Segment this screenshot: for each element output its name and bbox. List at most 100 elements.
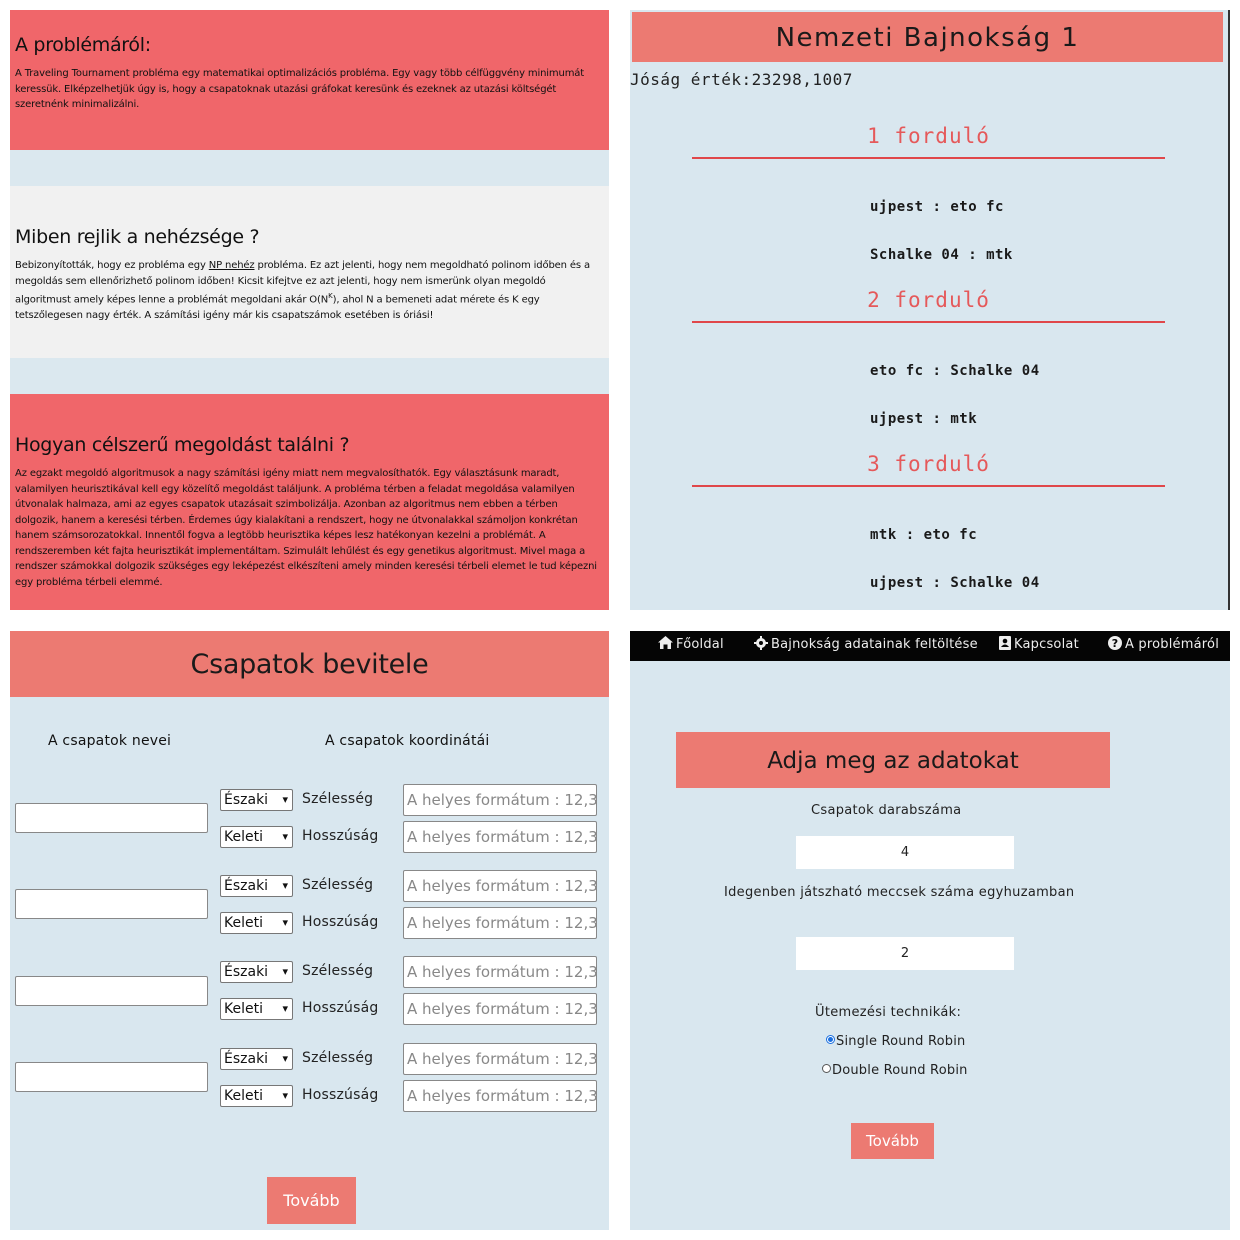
- league-title: Nemzeti Bajnokság 1: [632, 12, 1223, 62]
- longitude-select[interactable]: Keleti ▾: [220, 826, 293, 848]
- longitude-input[interactable]: A helyes formátum : 12,34: [403, 907, 597, 939]
- chevron-down-icon: ▾: [282, 916, 288, 929]
- question-icon: ?: [1108, 631, 1122, 658]
- next-button[interactable]: Tovább: [851, 1123, 934, 1159]
- about-section-difficulty: Miben rejlik a nehézsége ? Bebizonyított…: [10, 186, 609, 358]
- about-section-problem: A problémáról: A Traveling Tournament pr…: [10, 10, 609, 150]
- latitude-label: Szélesség: [302, 791, 374, 807]
- round-heading: 2 forduló: [867, 288, 990, 312]
- radio-double-round-robin[interactable]: Double Round Robin: [822, 1063, 968, 1078]
- latitude-select[interactable]: Északi ▾: [220, 1048, 293, 1070]
- round-divider: [692, 321, 1165, 323]
- select-value: Keleti: [224, 829, 263, 845]
- goodness-value: Jóság érték:23298,1007: [630, 70, 853, 89]
- latitude-select[interactable]: Északi ▾: [220, 789, 293, 811]
- longitude-label: Hosszúság: [302, 1000, 379, 1016]
- round-heading: 3 forduló: [867, 452, 990, 476]
- match-item: ujpest : mtk: [870, 411, 978, 427]
- svg-text:?: ?: [1112, 637, 1119, 650]
- select-value: Északi: [224, 878, 269, 894]
- nav-item-contact[interactable]: Kapcsolat: [999, 631, 1079, 661]
- longitude-select[interactable]: Keleti ▾: [220, 1085, 293, 1107]
- about-panel: A problémáról: A Traveling Tournament pr…: [10, 10, 609, 610]
- radio-single-round-robin[interactable]: Single Round Robin: [826, 1034, 965, 1049]
- longitude-input[interactable]: A helyes formátum : 12,34: [403, 993, 597, 1025]
- form-title: Csapatok bevitele: [10, 631, 609, 697]
- chevron-down-icon: ▾: [282, 830, 288, 843]
- latitude-label: Szélesség: [302, 963, 374, 979]
- longitude-input[interactable]: A helyes formátum : 12,34: [403, 1080, 597, 1112]
- section-text: A Traveling Tournament probléma egy mate…: [15, 68, 585, 110]
- section-heading: A problémáról:: [15, 34, 151, 56]
- radio-button[interactable]: [822, 1064, 831, 1073]
- select-value: Északi: [224, 1051, 269, 1067]
- chevron-down-icon: ▾: [282, 879, 288, 892]
- names-column-header: A csapatok nevei: [48, 733, 172, 749]
- np-hard-link[interactable]: NP nehéz: [209, 260, 255, 271]
- round-divider: [692, 157, 1165, 159]
- longitude-select[interactable]: Keleti ▾: [220, 998, 293, 1020]
- nav-item-label: Főoldal: [676, 637, 724, 652]
- nav-item-about[interactable]: ? A problémáról: [1108, 631, 1219, 661]
- latitude-select[interactable]: Északi ▾: [220, 961, 293, 983]
- away-games-label: Idegenben játszható meccsek száma egyhuz…: [724, 885, 1075, 900]
- longitude-select[interactable]: Keleti ▾: [220, 912, 293, 934]
- latitude-label: Szélesség: [302, 877, 374, 893]
- latitude-input[interactable]: A helyes formátum : 12,34: [403, 956, 597, 988]
- team-name-input[interactable]: [15, 976, 208, 1006]
- match-item: ujpest : Schalke 04: [870, 575, 1040, 591]
- nav-item-label: Bajnokság adatainak feltöltése: [771, 637, 978, 652]
- team-name-input[interactable]: [15, 889, 208, 919]
- match-item: mtk : eto fc: [870, 527, 978, 543]
- top-navbar: Főoldal Bajnokság adatainak feltöltése K…: [630, 631, 1230, 661]
- select-value: Északi: [224, 792, 269, 808]
- match-item: ujpest : eto fc: [870, 199, 1004, 215]
- settings-panel: Főoldal Bajnokság adatainak feltöltése K…: [630, 631, 1230, 1230]
- latitude-label: Szélesség: [302, 1050, 374, 1066]
- about-section-solution: Hogyan célszerű megoldást találni ? Az e…: [10, 394, 609, 610]
- longitude-label: Hosszúság: [302, 1087, 379, 1103]
- longitude-label: Hosszúság: [302, 828, 379, 844]
- longitude-label: Hosszúság: [302, 914, 379, 930]
- chevron-down-icon: ▾: [282, 1052, 288, 1065]
- radio-label: Single Round Robin: [836, 1034, 966, 1049]
- nav-item-label: Kapcsolat: [1014, 637, 1079, 652]
- section-text: Az egzakt megoldó algoritmusok a nagy sz…: [15, 468, 597, 588]
- schedule-panel: Nemzeti Bajnokság 1 Jóság érték:23298,10…: [630, 10, 1230, 610]
- section-heading: Miben rejlik a nehézsége ?: [15, 226, 260, 248]
- section-text: Bebizonyították, hogy ez probléma egy NP…: [15, 258, 604, 323]
- chevron-down-icon: ▾: [282, 965, 288, 978]
- nav-item-label: A problémáról: [1125, 637, 1220, 652]
- latitude-select[interactable]: Északi ▾: [220, 875, 293, 897]
- latitude-input[interactable]: A helyes formátum : 12,34: [403, 784, 597, 816]
- select-value: Keleti: [224, 915, 263, 931]
- nav-item-upload[interactable]: Bajnokság adatainak feltöltése: [754, 631, 978, 661]
- home-icon: [658, 631, 673, 658]
- match-item: Schalke 04 : mtk: [870, 247, 1013, 263]
- away-games-input[interactable]: 2: [796, 937, 1014, 970]
- match-item: eto fc : Schalke 04: [870, 363, 1040, 379]
- settings-title: Adja meg az adatokat: [676, 732, 1110, 788]
- chevron-down-icon: ▾: [282, 793, 288, 806]
- teams-count-input[interactable]: 4: [796, 836, 1014, 869]
- latitude-input[interactable]: A helyes formátum : 12,34: [403, 1043, 597, 1075]
- teams-count-label: Csapatok darabszáma: [811, 803, 962, 818]
- latitude-input[interactable]: A helyes formátum : 12,34: [403, 870, 597, 902]
- team-name-input[interactable]: [15, 803, 208, 833]
- next-button[interactable]: Tovább: [267, 1177, 356, 1224]
- longitude-input[interactable]: A helyes formátum : 12,34: [403, 821, 597, 853]
- team-name-input[interactable]: [15, 1062, 208, 1092]
- chevron-down-icon: ▾: [282, 1002, 288, 1015]
- teams-form-panel: Csapatok bevitele A csapatok nevei A csa…: [10, 631, 609, 1230]
- select-value: Keleti: [224, 1001, 263, 1017]
- select-value: Északi: [224, 964, 269, 980]
- select-value: Keleti: [224, 1088, 263, 1104]
- section-heading: Hogyan célszerű megoldást találni ?: [15, 434, 350, 456]
- gear-icon: [754, 631, 768, 658]
- chevron-down-icon: ▾: [282, 1089, 288, 1102]
- technique-label: Ütemezési technikák:: [815, 1005, 962, 1020]
- nav-item-home[interactable]: Főoldal: [658, 631, 724, 661]
- text-part: Bebizonyították, hogy ez probléma egy: [15, 260, 209, 271]
- radio-button-checked[interactable]: [826, 1035, 835, 1044]
- contact-icon: [999, 631, 1011, 658]
